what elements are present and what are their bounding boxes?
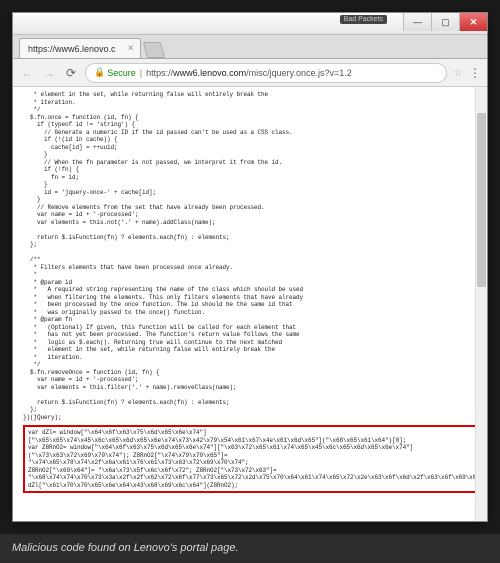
back-button[interactable]: ← <box>19 65 35 81</box>
source-code: * element in the set, while returning fa… <box>23 91 479 421</box>
scrollbar-thumb[interactable] <box>477 113 486 287</box>
minimize-button[interactable]: — <box>403 13 431 31</box>
close-button[interactable]: ✕ <box>459 13 487 31</box>
menu-icon[interactable]: ⋮ <box>469 66 481 80</box>
url-text: https://www6.lenovo.com/misc/jquery.once… <box>146 68 352 78</box>
title-bar: Bad Packets — ▢ ✕ <box>13 13 487 35</box>
reload-button[interactable]: ⟳ <box>63 65 79 81</box>
window-controls: — ▢ ✕ <box>403 13 487 31</box>
malicious-code-highlight: var dZl= window["\x64\x6f\x63\x75\x6d\x6… <box>23 425 479 493</box>
browser-tab[interactable]: https://www6.lenovo.c × <box>19 38 141 58</box>
bookmark-icon[interactable]: ☆ <box>453 66 463 79</box>
browser-window: Bad Packets — ▢ ✕ https://www6.lenovo.c … <box>12 12 488 522</box>
page-viewport: * element in the set, while returning fa… <box>13 87 487 521</box>
url-input[interactable]: 🔒 Secure | https://www6.lenovo.com/misc/… <box>85 63 447 83</box>
malicious-code: var dZl= window["\x64\x6f\x63\x75\x6d\x6… <box>28 429 474 489</box>
vertical-scrollbar[interactable] <box>475 87 487 521</box>
forward-button[interactable]: → <box>41 65 57 81</box>
lock-icon: 🔒 Secure <box>94 67 136 78</box>
tab-strip: https://www6.lenovo.c × <box>13 35 487 59</box>
image-caption: Malicious code found on Lenovo's portal … <box>0 534 500 562</box>
maximize-button[interactable]: ▢ <box>431 13 459 31</box>
address-bar: ← → ⟳ 🔒 Secure | https://www6.lenovo.com… <box>13 59 487 87</box>
tab-close-icon[interactable]: × <box>128 43 134 54</box>
new-tab-button[interactable] <box>142 42 164 58</box>
watermark-badge: Bad Packets <box>340 15 387 24</box>
tab-title: https://www6.lenovo.c <box>28 44 116 54</box>
secure-label: Secure <box>107 68 136 78</box>
